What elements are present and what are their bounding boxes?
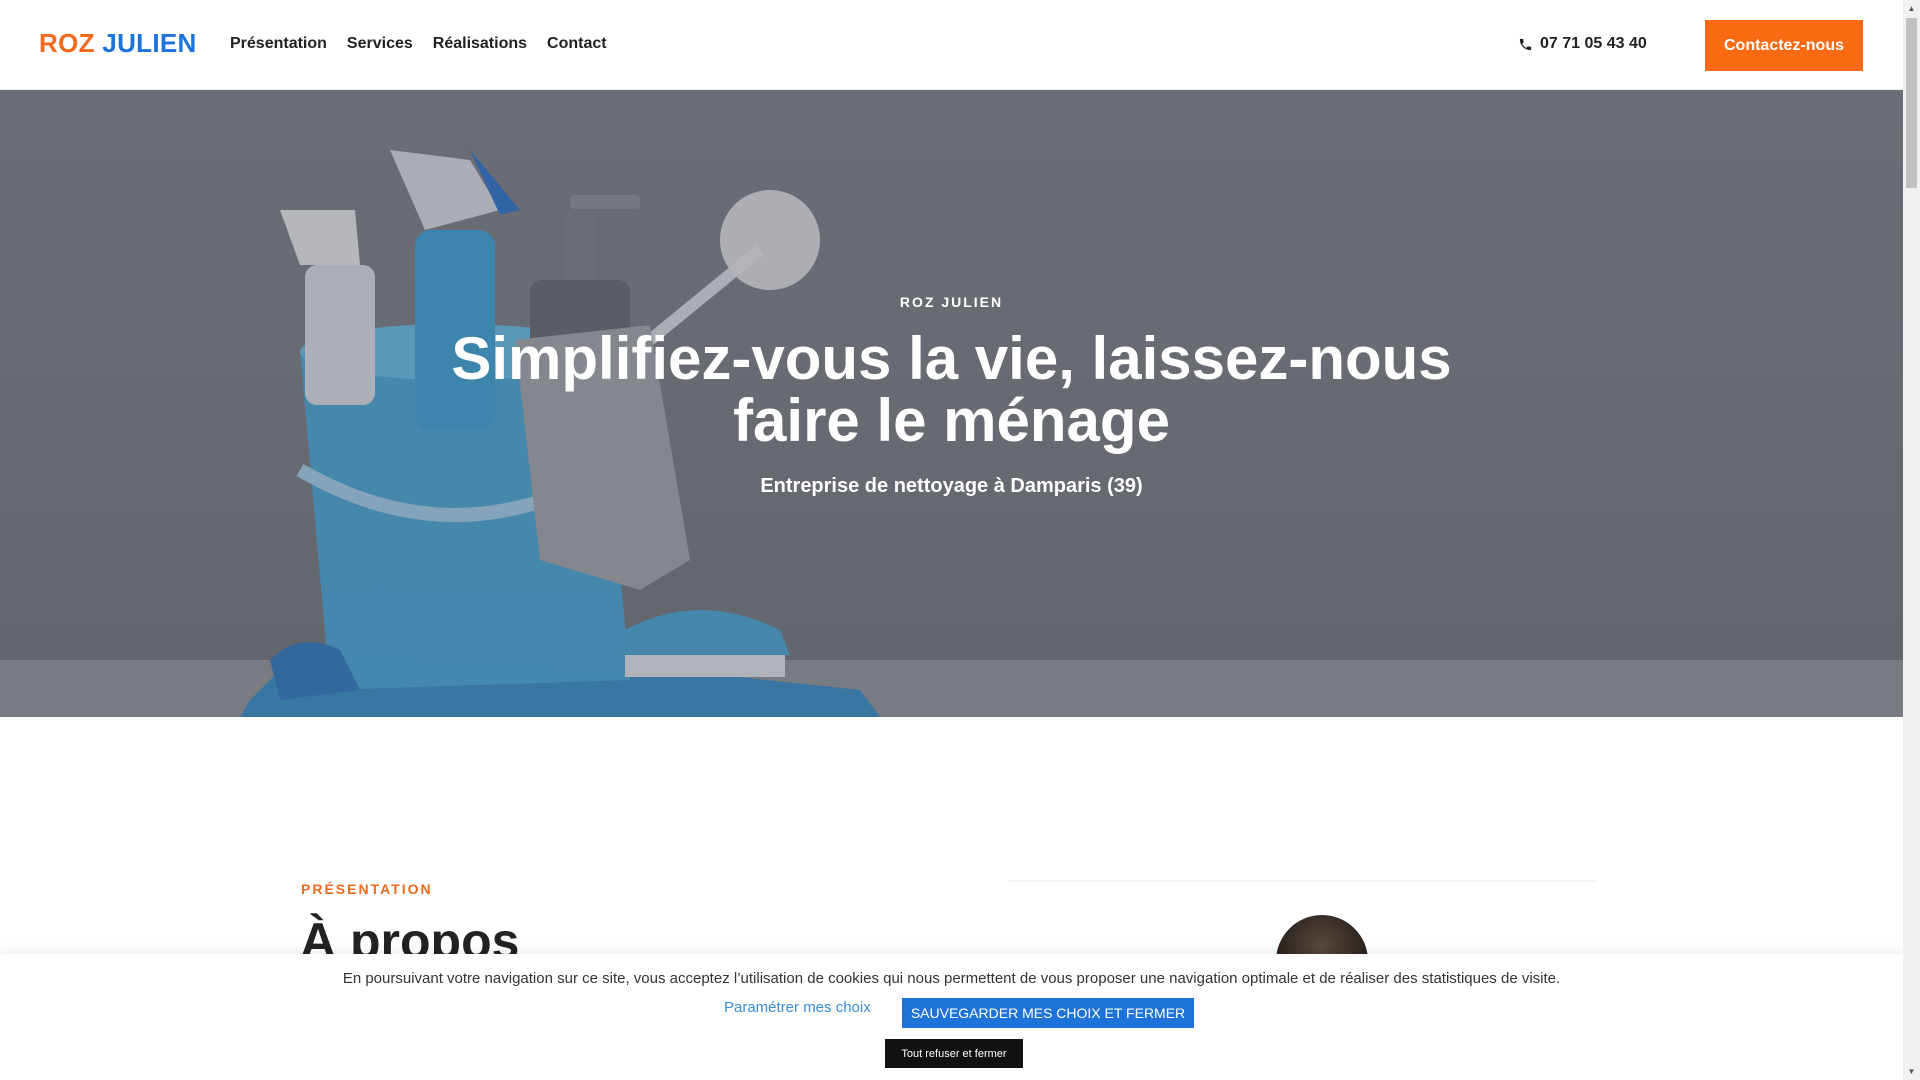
scroll-up-arrow-icon[interactable]: ▲ bbox=[1903, 0, 1920, 17]
nav-item-services[interactable]: Services bbox=[347, 35, 413, 53]
cookie-text: En poursuivant votre navigation sur ce s… bbox=[342, 970, 1561, 987]
nav-item-contact[interactable]: Contact bbox=[547, 35, 607, 53]
cookie-settings-link[interactable]: Paramétrer mes choix bbox=[724, 999, 871, 1016]
hero-title: Simplifiez-vous la vie, laissez-nous fai… bbox=[451, 325, 1452, 454]
main-nav: Présentation Services Réalisations Conta… bbox=[230, 35, 627, 53]
about-eyebrow: PRÉSENTATION bbox=[301, 881, 433, 897]
page-scrollbar[interactable]: ▲ ▼ bbox=[1903, 0, 1920, 1080]
site-header: ROZ JULIEN Présentation Services Réalisa… bbox=[0, 0, 1903, 90]
nav-item-presentation[interactable]: Présentation bbox=[230, 35, 327, 53]
scroll-thumb[interactable] bbox=[1906, 18, 1917, 188]
cookie-refuse-button[interactable]: Tout refuser et fermer bbox=[885, 1039, 1023, 1068]
hero-eyebrow: ROZ JULIEN bbox=[899, 294, 1004, 310]
nav-item-realisations[interactable]: Réalisations bbox=[433, 35, 527, 53]
logo-part-roz: ROZ bbox=[39, 28, 95, 58]
cookie-save-button[interactable]: SAUVEGARDER MES CHOIX ET FERMER bbox=[902, 998, 1194, 1028]
phone-icon bbox=[1519, 38, 1532, 50]
logo-part-julien: JULIEN bbox=[102, 28, 197, 58]
portrait-frame bbox=[1008, 880, 1596, 882]
page: ROZ JULIEN Présentation Services Réalisa… bbox=[0, 0, 1903, 1080]
contact-cta-button[interactable]: Contactez-nous bbox=[1705, 20, 1863, 71]
phone-link[interactable]: 07 71 05 43 40 bbox=[1518, 35, 1647, 53]
hero-subtitle: Entreprise de nettoyage à Damparis (39) bbox=[760, 475, 1143, 497]
cookie-banner: En poursuivant votre navigation sur ce s… bbox=[0, 954, 1903, 1080]
site-logo[interactable]: ROZ JULIEN bbox=[39, 28, 197, 59]
scroll-down-arrow-icon[interactable]: ▼ bbox=[1903, 1063, 1920, 1080]
phone-number: 07 71 05 43 40 bbox=[1540, 35, 1647, 52]
hero-section: ROZ JULIEN Simplifiez-vous la vie, laiss… bbox=[0, 90, 1903, 717]
